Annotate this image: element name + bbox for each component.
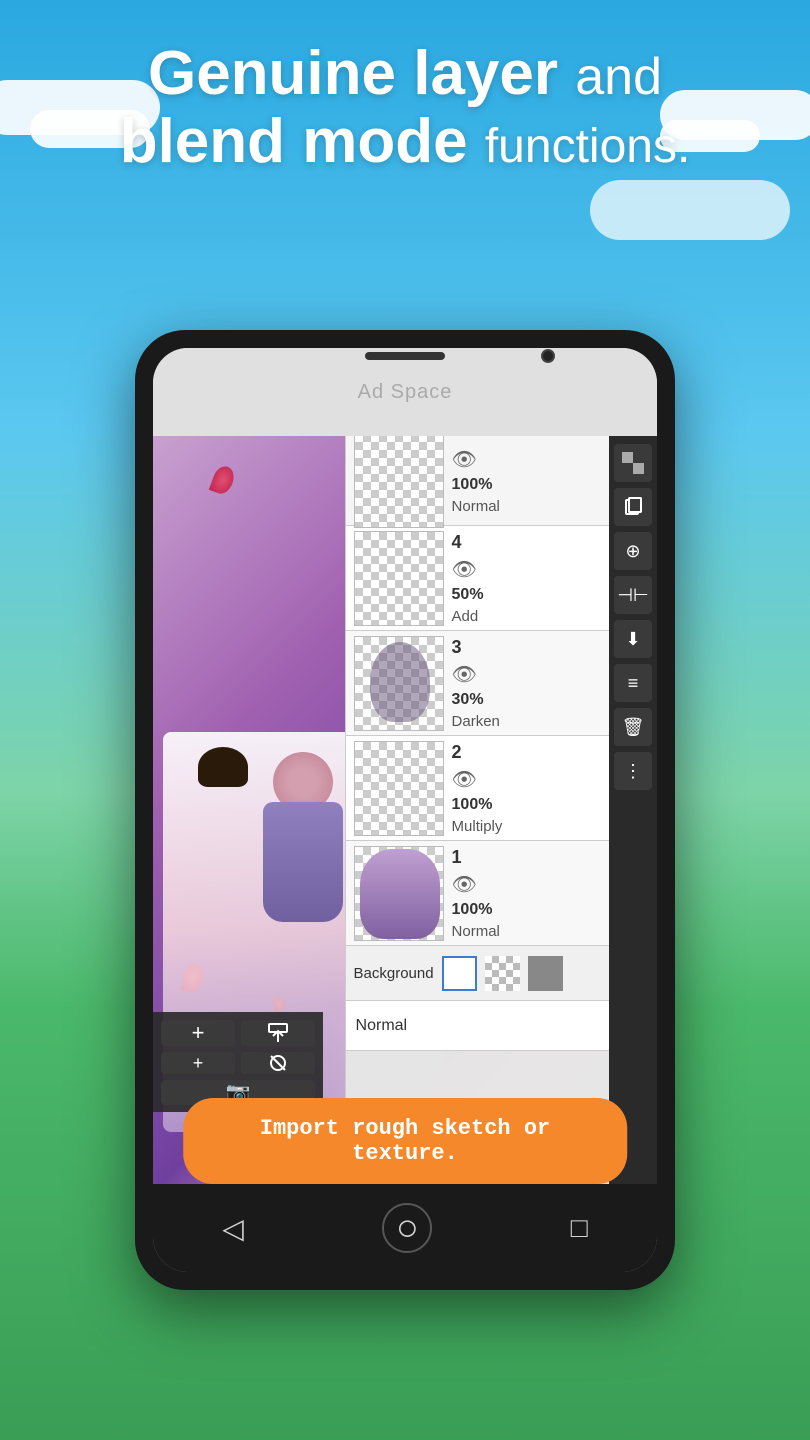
headline-bold-1: Genuine layer [148, 39, 558, 108]
canvas-area[interactable]: 👁 100% Normal ↙ 4 👁 50% Add ↙ [153, 436, 657, 1192]
bg-white-swatch[interactable] [442, 956, 477, 991]
layer-number-3: 3 [452, 637, 629, 658]
home-button[interactable]: ○ [382, 1203, 432, 1253]
flatten-button[interactable]: ≡ [614, 664, 652, 702]
layer-opacity-top: 100% [452, 476, 629, 494]
layer-thumb-2 [354, 741, 444, 836]
phone-nav-bar[interactable]: ◁ ○ □ [153, 1184, 657, 1272]
layer-blend-2: Multiply [452, 818, 629, 835]
move-button[interactable]: ⊕ [614, 532, 652, 570]
layer-blend-4: Add [452, 608, 629, 625]
merge-button[interactable]: ⬇ [614, 620, 652, 658]
phone-speaker [365, 352, 445, 360]
layer-eye-3[interactable]: 👁 [452, 662, 629, 687]
layer-number-4: 4 [452, 532, 629, 553]
layer-info-top: 👁 100% Normal [452, 447, 633, 515]
phone-shell: Ad Space [135, 330, 675, 1290]
side-toolbar[interactable]: ⊕ ⊣⊢ ⬇ ≡ 🗑 ⋮ [609, 436, 657, 1192]
layer-info-1: 1 👁 100% Normal [452, 847, 633, 940]
layer-thumb-4 [354, 531, 444, 626]
add-layer2-button[interactable]: + [161, 1052, 235, 1074]
layer-blend-1: Normal [452, 923, 629, 940]
mask-button[interactable] [241, 1052, 315, 1074]
headline-light-1: and [575, 48, 662, 106]
background-label: Background [354, 965, 434, 982]
ad-space-label: Ad Space [358, 381, 453, 404]
copy-button[interactable] [614, 488, 652, 526]
phone-camera [541, 349, 555, 363]
back-button[interactable]: ◁ [222, 1212, 244, 1245]
more-button[interactable]: ⋮ [614, 752, 652, 790]
layer-info-4: 4 👁 50% Add [452, 532, 633, 625]
header-section: Genuine layer and blend mode functions. [0, 40, 810, 176]
layer-opacity-4: 50% [452, 586, 629, 604]
layer-number-1: 1 [452, 847, 629, 868]
phone-screen: Ad Space [153, 348, 657, 1272]
layer-eye-2[interactable]: 👁 [452, 767, 629, 792]
layer-info-2: 2 👁 100% Multiply [452, 742, 633, 835]
layer-info-3: 3 👁 30% Darken [452, 637, 633, 730]
orange-banner: Import rough sketch or texture. [183, 1098, 627, 1184]
ad-space-bar: Ad Space [153, 348, 657, 436]
bg-checker-swatch[interactable] [485, 956, 520, 991]
layer-number-2: 2 [452, 742, 629, 763]
layer-blend-top: Normal [452, 498, 629, 515]
import-button[interactable] [241, 1020, 315, 1046]
blend-mode-value: Normal [356, 1017, 408, 1035]
flip-button[interactable]: ⊣⊢ [614, 576, 652, 614]
layer-blend-3: Darken [452, 713, 629, 730]
layer-thumb-top [354, 436, 444, 528]
banner-text: Import rough sketch or texture. [260, 1116, 550, 1166]
bg-dark-swatch[interactable] [528, 956, 563, 991]
add-layer-button[interactable]: + [161, 1020, 235, 1046]
layer-thumb-3 [354, 636, 444, 731]
headline-bold-2: blend mode [120, 107, 468, 176]
cloud-5 [590, 180, 790, 240]
layer-opacity-2: 100% [452, 796, 629, 814]
layer-thumb-1 [354, 846, 444, 941]
layer-eye-top[interactable]: 👁 [452, 447, 629, 472]
checkerboard-button[interactable] [614, 444, 652, 482]
layer-eye-1[interactable]: 👁 [452, 872, 629, 897]
recent-button[interactable]: □ [571, 1212, 588, 1244]
headline-light-2: functions. [485, 120, 690, 173]
layer-eye-4[interactable]: 👁 [452, 557, 629, 582]
layer-opacity-3: 30% [452, 691, 629, 709]
mini-toolbar[interactable]: + + 📷 [153, 1012, 323, 1112]
layer-opacity-1: 100% [452, 901, 629, 919]
delete-button[interactable]: 🗑 [614, 708, 652, 746]
